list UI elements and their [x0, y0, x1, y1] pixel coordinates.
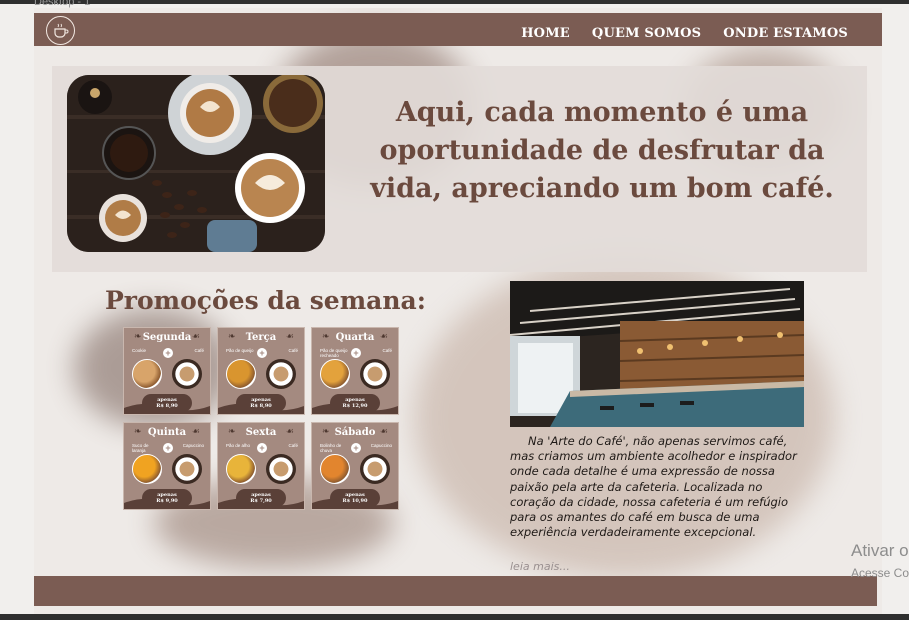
promo-card[interactable]: ❧ Sexta ☙ Pão de alho + Café apenas R$ 7,90 — [217, 422, 305, 510]
coffee-cup-photo — [266, 454, 296, 484]
promo-price: R$ 12,90 — [342, 403, 368, 409]
leaf-icon: ☙ — [379, 427, 388, 437]
promo-price-pill: apenas R$ 8,90 — [236, 394, 286, 412]
leaf-icon: ☙ — [191, 332, 200, 342]
activation-watermark-subtitle: Acesse Co — [851, 566, 909, 580]
food-photo — [320, 454, 350, 484]
promo-item-b: Café — [288, 348, 298, 353]
hero-headline: Aqui, cada momento é uma oportunidade de… — [370, 97, 834, 204]
food-photo — [132, 454, 162, 484]
activation-watermark-title: Ativar o — [851, 541, 909, 560]
coffee-cups-photo — [67, 75, 325, 252]
promo-item-a: Pão de queijo recheado — [320, 348, 348, 358]
promo-item-b: Café — [194, 348, 204, 353]
promo-card[interactable]: ❧ Segunda ☙ Cookie + Café apenas R$ 8,90 — [123, 327, 211, 415]
food-photo — [226, 359, 256, 389]
plus-icon: + — [257, 348, 267, 358]
coffee-cup-photo — [172, 454, 202, 484]
promotions-title: Promoções da semana: — [105, 286, 426, 315]
app-top-bar — [0, 0, 909, 4]
promotions-grid: ❧ Segunda ☙ Cookie + Café apenas R$ 8,90 ❧ Terça ☙… — [123, 327, 403, 510]
promo-item-b: Capuccino — [182, 443, 204, 448]
food-photo — [320, 359, 350, 389]
promo-price-pill: apenas R$ 10,90 — [330, 489, 380, 507]
promo-item-a: Pão de queijo — [226, 348, 254, 353]
page-canvas: HOME QUEM SOMOS ONDE ESTAMOS Aqui, cada … — [34, 8, 882, 620]
nav-onde-estamos[interactable]: ONDE ESTAMOS — [723, 18, 848, 41]
plus-icon: + — [257, 443, 267, 453]
promo-price-pill: apenas R$ 7,90 — [236, 489, 286, 507]
promo-card[interactable]: ❧ Quinta ☙ Suco de laranja + Capuccino apenas R… — [123, 422, 211, 510]
leaf-icon: ☙ — [285, 427, 294, 437]
leaf-icon: ☙ — [285, 332, 294, 342]
leaf-icon: ☙ — [191, 427, 200, 437]
nav-quem-somos[interactable]: QUEM SOMOS — [592, 18, 701, 41]
coffee-cup-photo — [360, 359, 390, 389]
promo-price-pill: apenas R$ 9,90 — [142, 489, 192, 507]
app-bottom-bar — [0, 614, 909, 620]
promo-item-b: Café — [288, 443, 298, 448]
food-photo — [226, 454, 256, 484]
promo-item-b: Capuccino — [370, 443, 392, 448]
about-text: Na 'Arte do Café', não apenas servimos c… — [510, 434, 797, 540]
plus-icon: + — [351, 348, 361, 358]
promo-item-a: Pão de alho — [226, 443, 251, 448]
promo-price: R$ 8,90 — [156, 403, 178, 409]
promo-card[interactable]: ❧ Quarta ☙ Pão de queijo recheado + Café apena… — [311, 327, 399, 415]
plus-icon: + — [163, 348, 173, 358]
promo-price: R$ 9,90 — [156, 498, 178, 504]
leaf-icon: ☙ — [379, 332, 388, 342]
coffee-cup-photo — [266, 359, 296, 389]
plus-icon: + — [163, 443, 173, 453]
promo-card[interactable]: ❧ Terça ☙ Pão de queijo + Café apenas R$ 8,90 — [217, 327, 305, 415]
promo-card[interactable]: ❧ Sábado ☙ Bolinho de chuva + Capuccino apenas… — [311, 422, 399, 510]
promo-item-a: Bolinho de chuva — [320, 443, 342, 453]
promo-price: R$ 10,90 — [342, 498, 368, 504]
coffee-cup-photo — [172, 359, 202, 389]
promo-price-pill: apenas R$ 12,90 — [330, 394, 380, 412]
frame-label: Desktop - 1 — [34, 0, 91, 8]
promo-price-pill: apenas R$ 8,90 — [142, 394, 192, 412]
hero-section: Aqui, cada momento é uma oportunidade de… — [52, 66, 867, 272]
promo-item-b: Café — [382, 348, 392, 353]
coffee-cup-logo-icon[interactable] — [46, 16, 75, 45]
site-footer — [34, 576, 877, 606]
main-nav: HOME QUEM SOMOS ONDE ESTAMOS — [521, 13, 848, 46]
coffee-cup-photo — [360, 454, 390, 484]
food-photo — [132, 359, 162, 389]
plus-icon: + — [351, 443, 361, 453]
read-more-link[interactable]: leia mais... — [510, 560, 570, 573]
cafe-interior-photo — [510, 281, 804, 427]
promo-item-a: Suco de laranja — [132, 443, 149, 453]
nav-home[interactable]: HOME — [521, 18, 570, 41]
promo-price: R$ 8,90 — [250, 403, 272, 409]
promo-item-a: Cookie — [132, 348, 147, 353]
promo-price: R$ 7,90 — [250, 498, 272, 504]
site-header: HOME QUEM SOMOS ONDE ESTAMOS — [34, 13, 882, 46]
